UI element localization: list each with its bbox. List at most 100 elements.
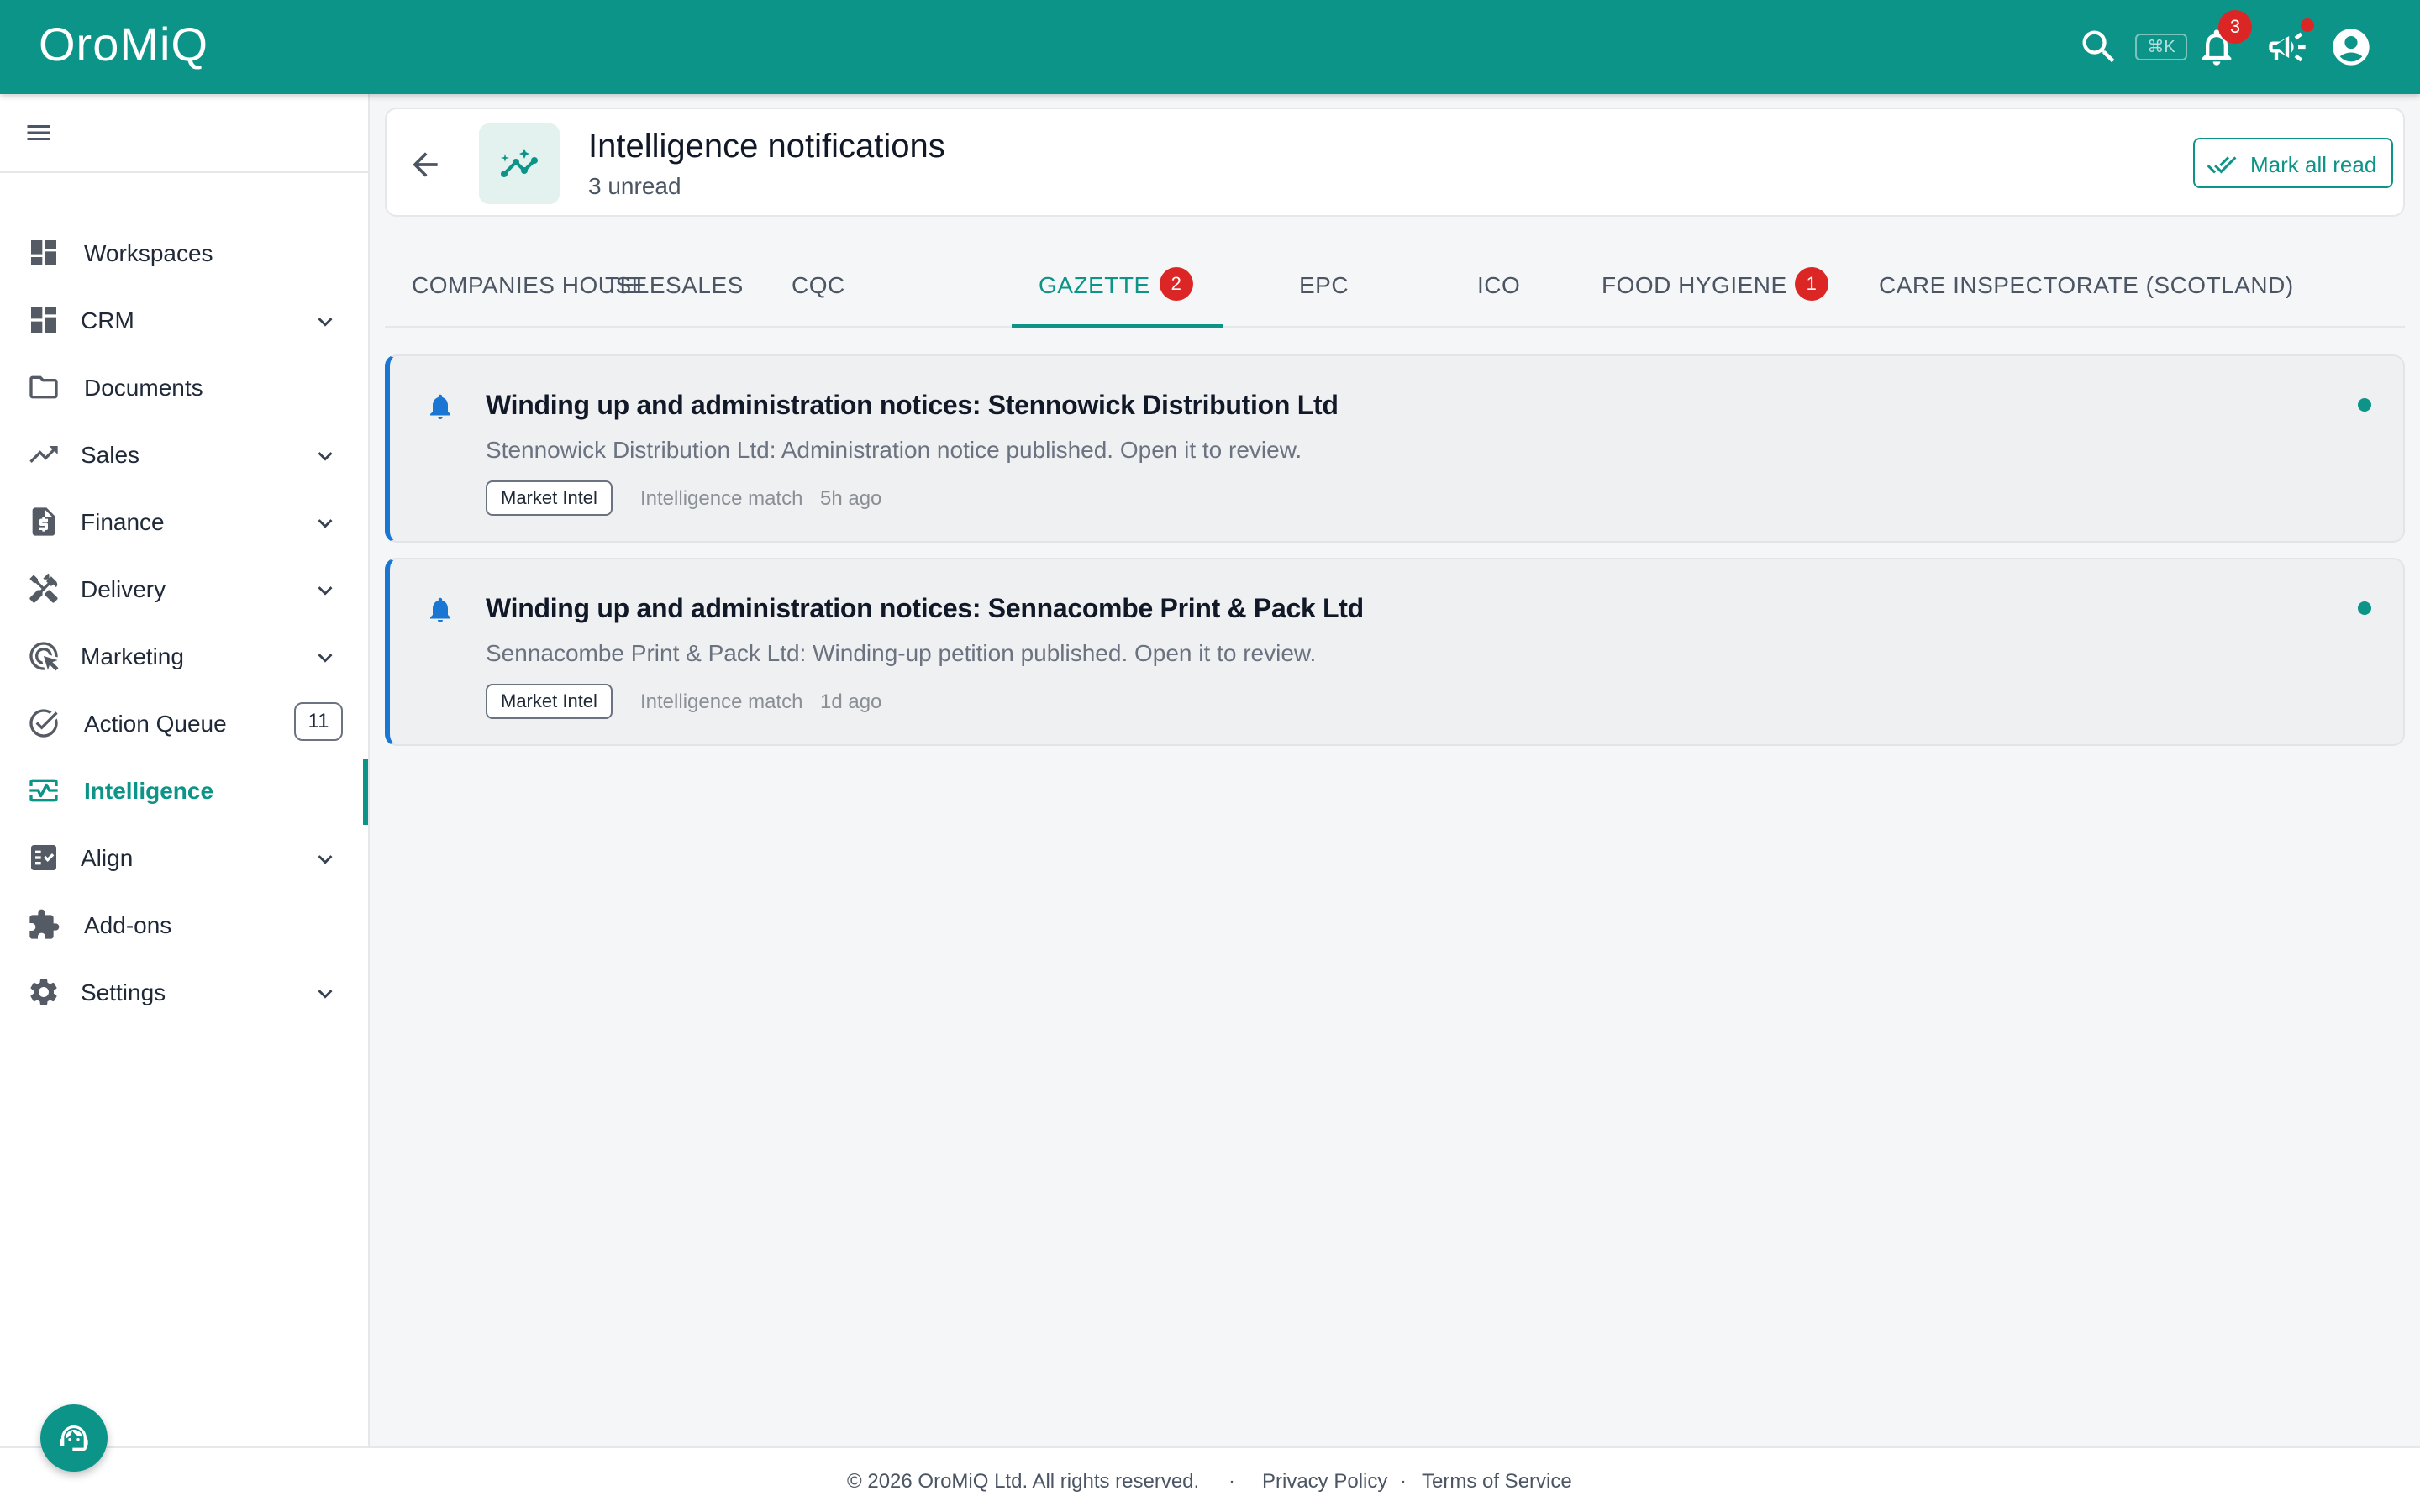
tab-ico[interactable]: ICO (1402, 252, 1536, 326)
sidebar-item-label: Documents (84, 375, 203, 401)
sidebar-item-label: CRM (81, 307, 134, 333)
sidebar-item-label: Settings (81, 979, 166, 1005)
terms-of-service-link[interactable]: Terms of Service (1422, 1470, 1572, 1494)
chevron-down-icon[interactable] (311, 845, 339, 874)
notification-card[interactable]: Winding up and administration notices: S… (385, 354, 2405, 543)
sidebar-item-label: Align (81, 845, 134, 871)
bell-icon (425, 391, 455, 422)
sidebar-item-label: Action Queue (84, 711, 227, 737)
tab-cqc[interactable]: CQC (738, 252, 872, 326)
account-icon[interactable] (2329, 25, 2373, 69)
tab-companies-house[interactable]: COMPANIES HOUSE (385, 252, 647, 326)
chevron-down-icon[interactable] (311, 509, 339, 538)
notification-source: Intelligence match (640, 487, 803, 510)
tab-label: FOOD HYGIENE (1602, 272, 1787, 298)
tab-food-hygiene[interactable]: FOOD HYGIENE 1 (1570, 252, 1847, 326)
trending-up-icon (27, 438, 60, 471)
sidebar-item-sales[interactable]: Sales (0, 423, 368, 489)
target-icon (27, 639, 60, 673)
sidebar-item-align[interactable]: Align (0, 827, 368, 892)
unread-count: 3 unread (588, 173, 681, 199)
sidebar-item-action-queue[interactable]: Action Queue 11 (0, 692, 368, 758)
tab-label: GAZETTE (1039, 272, 1150, 298)
unread-dot (2358, 601, 2371, 615)
footer-separator: · (1228, 1470, 1235, 1493)
announcement-icon[interactable] (2265, 25, 2309, 69)
mark-all-read-button[interactable]: Mark all read (2193, 138, 2393, 188)
chevron-down-icon[interactable] (311, 442, 339, 470)
tab-label: EPC (1299, 272, 1349, 298)
monitor-heart-icon (27, 774, 60, 807)
tab-label: TELESALES (605, 272, 744, 298)
tab-label: CQC (792, 272, 845, 298)
app-root: OroMiQ ⌘K 3 Workspaces CRM Documents Sal… (0, 0, 2420, 1512)
folder-icon (27, 370, 60, 404)
chevron-down-icon[interactable] (311, 576, 339, 605)
shortcut-hint[interactable]: ⌘K (2135, 34, 2187, 60)
notification-title: Winding up and administration notices: S… (486, 593, 1364, 623)
sidebar-item-workspaces[interactable]: Workspaces (0, 222, 368, 287)
sidebar-item-delivery[interactable]: Delivery (0, 558, 368, 623)
notification-card[interactable]: Winding up and administration notices: S… (385, 558, 2405, 746)
notification-description: Stennowick Distribution Ltd: Administrat… (486, 437, 1302, 463)
notification-tag: Market Intel (486, 480, 613, 516)
tab-count-badge: 1 (1795, 267, 1828, 301)
footer: © 2026 OroMiQ Ltd. All rights reserved. … (0, 1446, 2420, 1512)
check-circle-icon (27, 706, 60, 740)
sidebar-item-label: Sales (81, 442, 140, 468)
notification-time: 5h ago (820, 487, 882, 510)
sidebar-item-add-ons[interactable]: Add-ons (0, 894, 368, 959)
gear-icon (27, 975, 60, 1009)
support-agent-icon (60, 1425, 88, 1451)
sidebar-item-label: Marketing (81, 643, 184, 669)
notification-description: Sennacombe Print & Pack Ltd: Winding-up … (486, 640, 1317, 666)
tab-label: ICO (1477, 272, 1521, 298)
notification-title: Winding up and administration notices: S… (486, 390, 1339, 420)
sidebar-item-marketing[interactable]: Marketing (0, 625, 368, 690)
sidebar-item-label: Add-ons (84, 912, 172, 938)
done-all-icon (2207, 156, 2237, 174)
page-title: Intelligence notifications (588, 128, 945, 165)
tab-count-badge: 2 (1160, 267, 1193, 301)
copyright-text: © 2026 OroMiQ Ltd. All rights reserved. (847, 1470, 1200, 1493)
top-app-bar: OroMiQ ⌘K 3 (0, 0, 2420, 94)
bell-icon (425, 595, 455, 625)
footer-separator: · (1400, 1470, 1407, 1493)
sidebar: Workspaces CRM Documents Sales Finance D… (0, 94, 370, 1446)
tab-epc[interactable]: EPC (1250, 252, 1385, 326)
tab-care-inspectorate[interactable]: CARE INSPECTORATE (SCOTLAND) (1852, 252, 2293, 326)
menu-icon[interactable] (24, 118, 54, 148)
tab-label: CARE INSPECTORATE (SCOTLAND) (1879, 272, 2294, 298)
insights-icon (479, 123, 560, 204)
search-icon[interactable] (2077, 25, 2121, 69)
tab-telesales[interactable]: TELESALES (578, 252, 743, 326)
sidebar-item-label: Intelligence (84, 778, 214, 804)
notification-time: 1d ago (820, 690, 882, 713)
chevron-down-icon[interactable] (311, 643, 339, 672)
tools-icon (27, 572, 60, 606)
sidebar-item-label: Finance (81, 509, 165, 535)
back-arrow-icon[interactable] (407, 146, 444, 183)
notification-tag: Market Intel (486, 684, 613, 719)
chevron-down-icon[interactable] (311, 979, 339, 1008)
page-header: Intelligence notifications 3 unread Mark… (385, 108, 2405, 217)
sidebar-divider (0, 171, 368, 173)
sidebar-item-settings[interactable]: Settings (0, 961, 368, 1026)
tab-gazette[interactable]: GAZETTE 2 (1012, 252, 1223, 328)
app-logo[interactable]: OroMiQ (39, 17, 208, 71)
notification-count-badge: 3 (2218, 10, 2252, 44)
source-tabs: COMPANIES HOUSE TELESALES CQC GAZETTE 2 … (385, 252, 2405, 328)
privacy-policy-link[interactable]: Privacy Policy (1262, 1470, 1387, 1494)
checklist-icon (27, 841, 60, 874)
sidebar-item-documents[interactable]: Documents (0, 356, 368, 422)
sidebar-item-crm[interactable]: CRM (0, 289, 368, 354)
dashboard-icon (27, 236, 60, 270)
announcement-dot (2301, 18, 2314, 32)
sidebar-item-intelligence[interactable]: Intelligence (0, 759, 368, 825)
puzzle-icon (27, 908, 60, 942)
chevron-down-icon[interactable] (311, 307, 339, 336)
support-button[interactable] (40, 1404, 108, 1472)
sidebar-item-label: Delivery (81, 576, 166, 602)
sidebar-item-finance[interactable]: Finance (0, 491, 368, 556)
action-queue-count-badge: 11 (294, 702, 343, 741)
